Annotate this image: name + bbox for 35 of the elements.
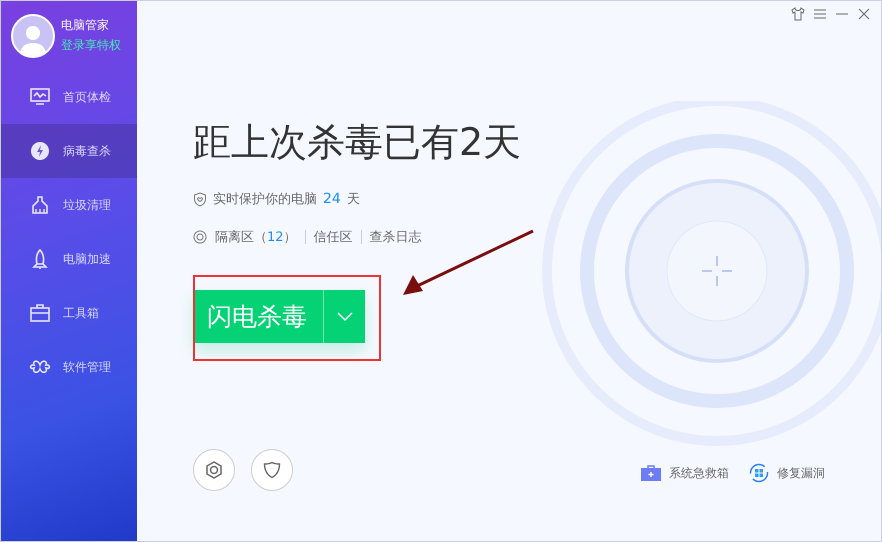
- menu-icon[interactable]: [813, 7, 827, 21]
- settings-button[interactable]: [193, 449, 235, 491]
- bolt-icon: [29, 140, 51, 162]
- rocket-icon: [29, 248, 51, 270]
- sidebar-item[interactable]: 首页体检: [1, 70, 137, 124]
- nav-link[interactable]: 查杀日志: [370, 228, 422, 246]
- target-icon: [193, 230, 207, 244]
- days-unit: 天: [346, 191, 360, 208]
- protection-label: 实时保护你的电脑: [213, 191, 317, 208]
- login-link[interactable]: 登录享特权: [61, 37, 121, 54]
- scan-status-headline: 距上次杀毒已有2天: [193, 119, 522, 166]
- app-name: 电脑管家: [61, 17, 110, 34]
- chevron-down-icon: [336, 312, 352, 322]
- sidebar-item[interactable]: 工具箱: [1, 286, 137, 340]
- hexagon-nut-icon: [204, 460, 224, 480]
- sidebar-item[interactable]: 垃圾清理: [1, 178, 137, 232]
- sidebar-item[interactable]: 软件管理: [1, 340, 137, 394]
- windows-refresh-icon: [749, 463, 769, 483]
- sidebar-item[interactable]: 电脑加速: [1, 232, 137, 286]
- avatar-button[interactable]: [11, 14, 55, 58]
- shield-icon: [263, 461, 281, 479]
- monitor-icon: [29, 86, 51, 108]
- nav-link[interactable]: 隔离区（12）: [215, 228, 297, 246]
- tool-link[interactable]: 系统急救箱: [641, 463, 729, 483]
- first-aid-kit-icon: [641, 465, 661, 481]
- shield-heart-icon: [193, 192, 207, 206]
- sidebar-item[interactable]: 病毒查杀: [1, 124, 137, 178]
- broom-icon: [29, 194, 51, 216]
- shield-button[interactable]: [251, 449, 293, 491]
- protection-days: 24: [323, 191, 341, 207]
- tool-link[interactable]: 修复漏洞: [749, 463, 825, 483]
- toolbox-icon: [29, 302, 51, 324]
- close-icon[interactable]: [857, 7, 871, 21]
- skin-icon[interactable]: [791, 7, 805, 21]
- nav-link[interactable]: 信任区: [314, 228, 353, 246]
